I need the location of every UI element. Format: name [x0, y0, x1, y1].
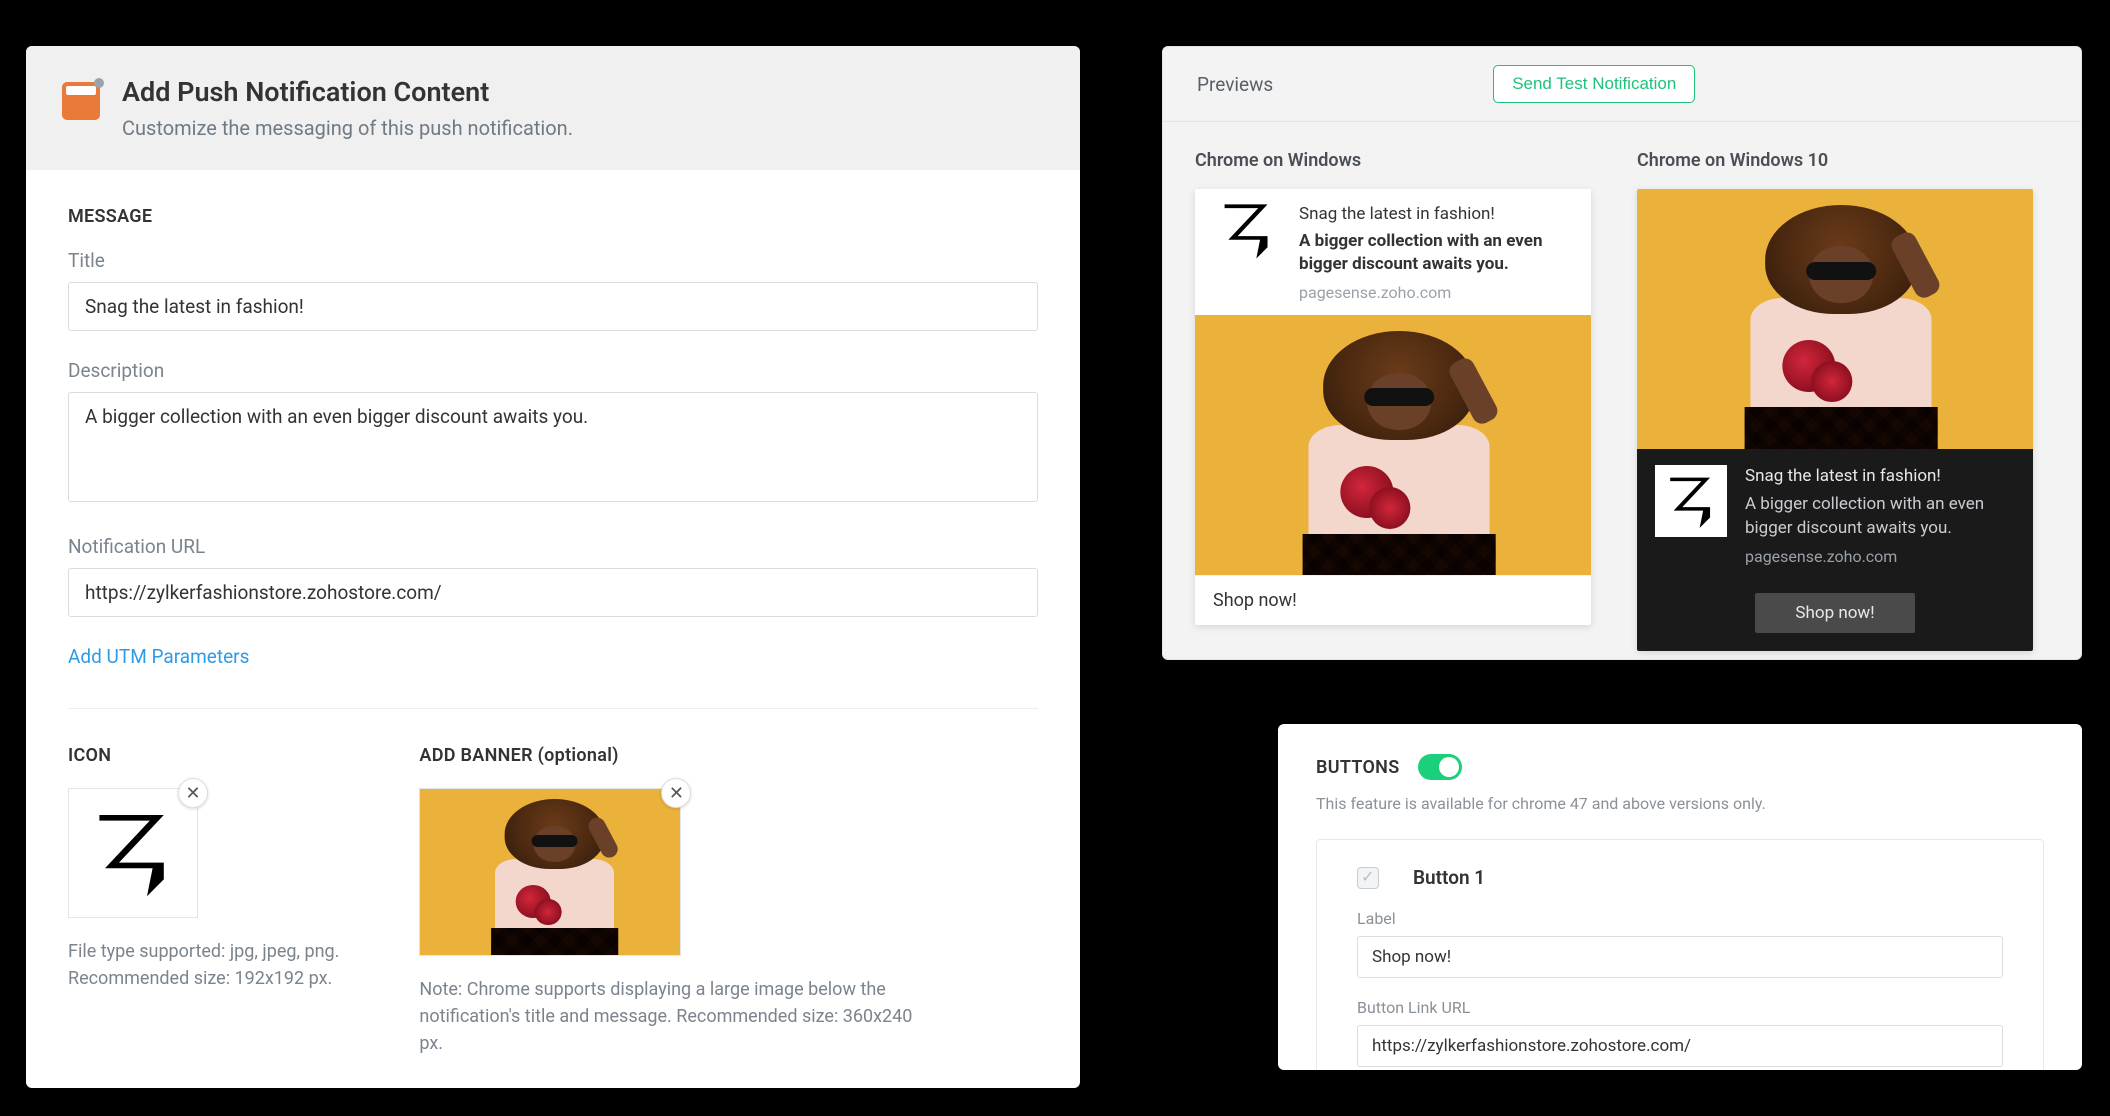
icon-section-label: ICON	[68, 745, 339, 766]
description-field: Description	[68, 359, 1038, 507]
banner-hint: Note: Chrome supports displaying a large…	[419, 976, 939, 1057]
notif-hero-image	[1637, 189, 2033, 449]
buttons-toggle[interactable]	[1418, 754, 1462, 780]
previews-panel: Previews Send Test Notification Chrome o…	[1162, 46, 2082, 660]
notif-desc: A bigger collection with an even bigger …	[1299, 230, 1573, 276]
buttons-panel: BUTTONS This feature is available for ch…	[1278, 724, 2082, 1070]
button1-config: Button 1 Label Button Link URL	[1316, 839, 2044, 1070]
icon-hint-size: Recommended size: 192x192 px.	[68, 965, 339, 992]
page-subtitle: Customize the messaging of this push not…	[122, 116, 573, 140]
notif-action[interactable]: Shop now!	[1195, 575, 1591, 625]
buttons-hint: This feature is available for chrome 47 …	[1316, 794, 2044, 813]
preview-col-title: Chrome on Windows 10	[1637, 150, 2033, 171]
notif-action-button[interactable]: Shop now!	[1755, 593, 1915, 633]
button1-label-input[interactable]	[1357, 936, 2003, 978]
description-input[interactable]	[68, 392, 1038, 502]
content-editor-panel: Add Push Notification Content Customize …	[26, 46, 1080, 1088]
description-label: Description	[68, 359, 1038, 382]
add-utm-link[interactable]: Add UTM Parameters	[68, 645, 1038, 668]
button1-url-label: Button Link URL	[1357, 998, 2003, 1017]
button1-header: Button 1	[1413, 866, 1485, 889]
remove-icon-button[interactable]: ✕	[178, 778, 208, 808]
title-input[interactable]	[68, 282, 1038, 331]
banner-upload-section: ADD BANNER (optional) ✕ Note: Chrome sup…	[419, 745, 1038, 1057]
divider	[68, 708, 1038, 709]
notification-card: Snag the latest in fashion! A bigger col…	[1637, 189, 2033, 651]
message-section-label: MESSAGE	[68, 206, 1038, 227]
url-input[interactable]	[68, 568, 1038, 617]
url-field: Notification URL	[68, 535, 1038, 617]
banner-thumbnail[interactable]	[419, 788, 681, 956]
banner-section-label: ADD BANNER (optional)	[419, 745, 1038, 766]
notif-domain: pagesense.zoho.com	[1745, 546, 2015, 568]
previews-header: Previews Send Test Notification	[1163, 47, 2081, 122]
remove-banner-button[interactable]: ✕	[661, 778, 691, 808]
button1-url-input[interactable]	[1357, 1025, 2003, 1067]
notif-hero-image	[1195, 315, 1591, 575]
icon-upload-section: ICON ✕ File type supported: jpg, jpeg, p…	[68, 745, 339, 1057]
preview-col-title: Chrome on Windows	[1195, 150, 1591, 171]
icon-thumbnail[interactable]	[68, 788, 198, 918]
close-icon: ✕	[669, 783, 684, 804]
button1-checkbox[interactable]	[1357, 867, 1379, 889]
brand-logo-icon	[1213, 203, 1281, 257]
notif-desc: A bigger collection with an even bigger …	[1745, 493, 2015, 541]
title-label: Title	[68, 249, 1038, 272]
title-field: Title	[68, 249, 1038, 331]
button1-label-label: Label	[1357, 909, 2003, 928]
preview-chrome-windows: Chrome on Windows Snag the latest in fas…	[1195, 150, 1591, 651]
url-label: Notification URL	[68, 535, 1038, 558]
brand-logo-icon	[1655, 465, 1727, 537]
preview-chrome-windows10: Chrome on Windows 10 Snag	[1637, 150, 2033, 651]
icon-hint-filetype: File type supported: jpg, jpeg, png.	[68, 938, 339, 965]
notification-card: Snag the latest in fashion! A bigger col…	[1195, 189, 1591, 625]
close-icon: ✕	[185, 783, 200, 804]
previews-title: Previews	[1197, 73, 1273, 96]
notif-title: Snag the latest in fashion!	[1299, 203, 1573, 226]
notif-title: Snag the latest in fashion!	[1745, 465, 2015, 489]
notification-icon	[62, 82, 100, 120]
page-title: Add Push Notification Content	[122, 76, 573, 108]
notif-domain: pagesense.zoho.com	[1299, 282, 1573, 304]
editor-header: Add Push Notification Content Customize …	[26, 46, 1080, 170]
buttons-section-label: BUTTONS	[1316, 757, 1400, 778]
send-test-button[interactable]: Send Test Notification	[1493, 65, 1695, 103]
